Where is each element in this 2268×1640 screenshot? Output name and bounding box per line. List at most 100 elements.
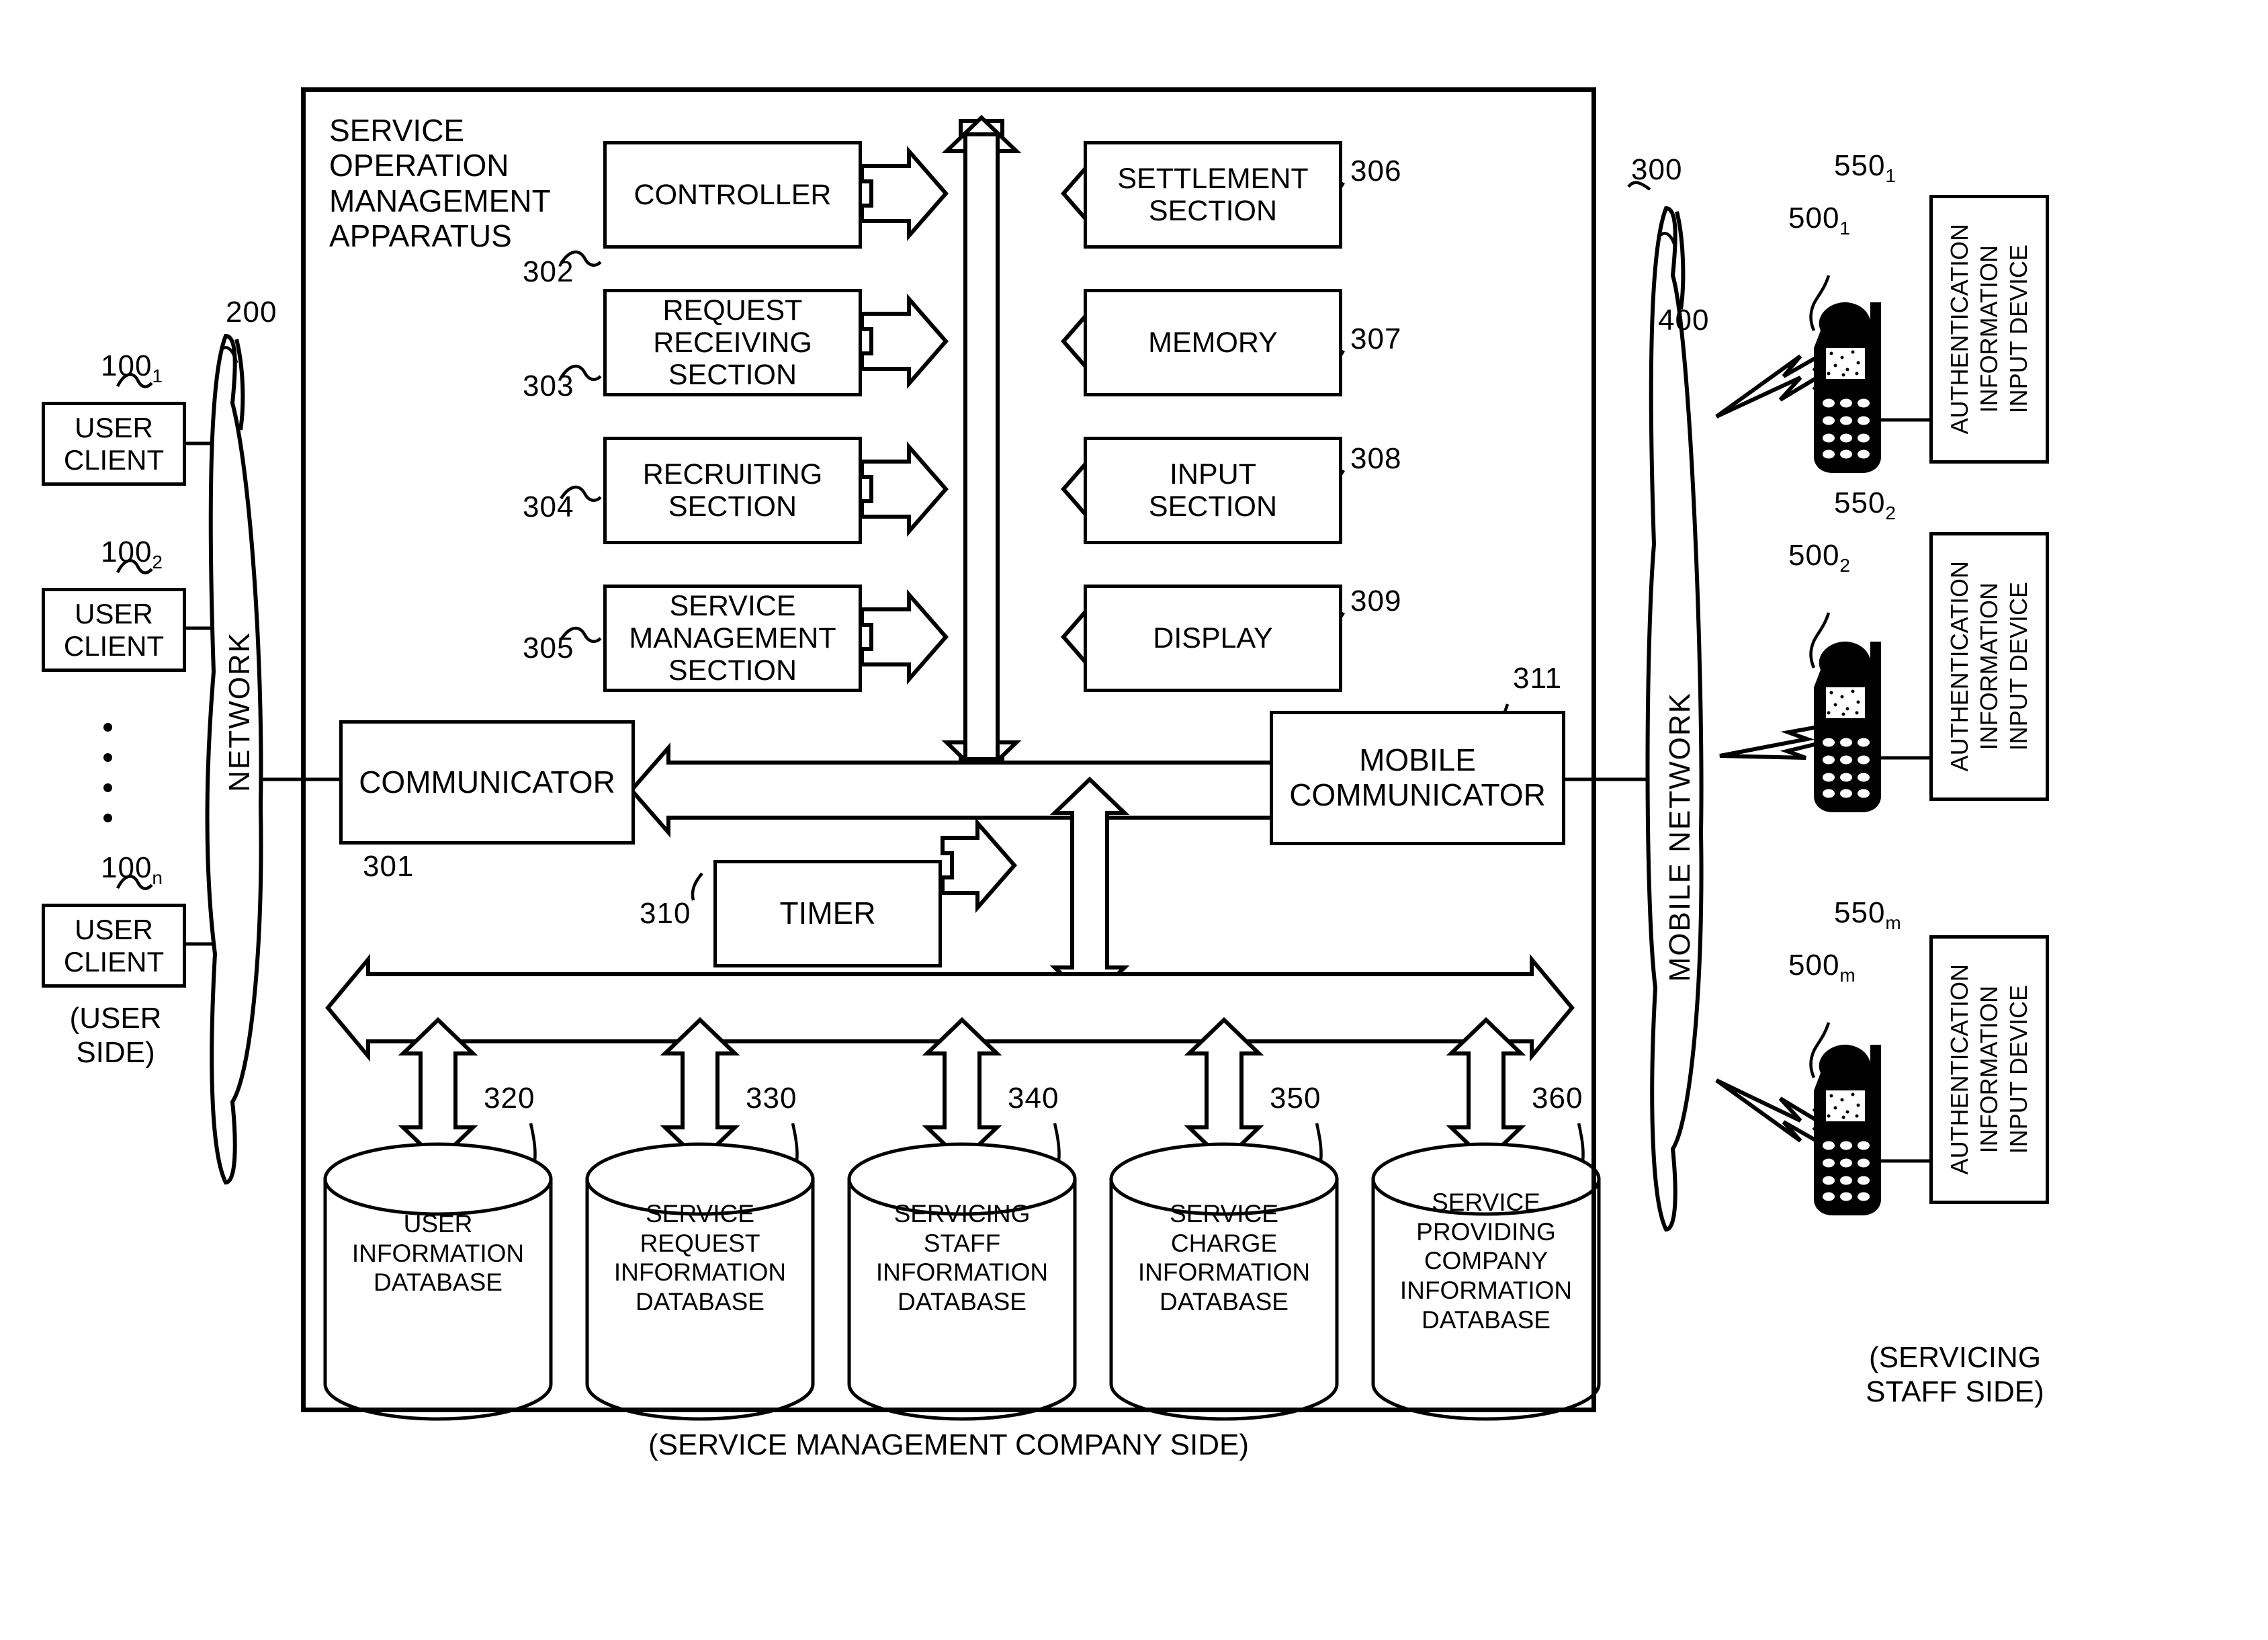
ref-value: 100 [101,851,152,884]
mobile-network-ref: 400 [1658,304,1710,337]
communicator-ref: 301 [363,850,415,883]
auth-device-1-ref: 5501 [1834,149,1896,186]
ref-value: 500 [1788,202,1840,234]
user-client-ellipsis [103,712,112,833]
network-label: NETWORK [223,632,256,792]
database-service-charge-information[interactable]: SERVICE CHARGE INFORMATION DATABASE [1111,1199,1337,1317]
memory-box[interactable]: MEMORY [1084,289,1342,396]
user-client-2[interactable]: USER CLIENT [42,588,186,672]
recruiting-section-label: RECRUITING SECTION [642,458,823,523]
user-client-n-ref: 100n [101,851,163,888]
recruiting-section-ref: 304 [523,490,574,523]
mobile-communicator-label: MOBILE COMMUNICATOR [1289,742,1546,812]
timer-ref: 310 [640,897,691,930]
database-servicing-staff-information-ref: 340 [1008,1082,1059,1115]
mobile-terminal-1-ref: 5001 [1788,202,1851,239]
controller-label: CONTROLLER [634,178,832,211]
database-service-charge-information-ref: 350 [1270,1082,1321,1115]
settlement-section-ref: 306 [1350,155,1402,187]
timer-label: TIMER [779,896,876,931]
ref-value: 100 [101,349,152,382]
ref-subscript: 1 [152,365,163,386]
ref-subscript: 1 [1839,218,1851,239]
network-ref: 200 [226,296,277,329]
request-receiving-section-ref: 303 [523,370,574,402]
auth-information-input-device-m[interactable]: AUTHENTICATION INFORMATION INPUT DEVICE [1929,935,2049,1204]
service-management-company-side-caption: (SERVICE MANAGEMENT COMPANY SIDE) [648,1428,1249,1461]
input-section-ref: 308 [1350,442,1402,475]
database-servicing-staff-information[interactable]: SERVICING STAFF INFORMATION DATABASE [849,1199,1075,1317]
mobile-communicator-box[interactable]: MOBILE COMMUNICATOR [1270,711,1565,845]
request-receiving-section-label: REQUEST RECEIVING SECTION [653,294,812,392]
database-service-providing-company-information[interactable]: SERVICE PROVIDING COMPANY INFORMATION DA… [1373,1188,1599,1334]
controller-ref: 302 [523,255,574,288]
database-service-request-information-label: SERVICE REQUEST INFORMATION DATABASE [613,1200,787,1315]
user-client-1[interactable]: USER CLIENT [42,402,186,486]
apparatus-title: SERVICE OPERATION MANAGEMENT APPARATUS [329,113,551,254]
memory-label: MEMORY [1148,326,1278,359]
mobile-communicator-ref: 311 [1513,662,1563,695]
patent-figure-canvas: SERVICE OPERATION MANAGEMENT APPARATUS 3… [0,0,2268,1640]
mobile-terminal-m-ref: 500m [1788,949,1856,986]
database-user-information[interactable]: USER INFORMATION DATABASE [325,1209,551,1297]
ref-value: 500 [1788,949,1840,982]
mobile-network-label: MOBILE NETWORK [1663,692,1696,982]
service-management-section-box[interactable]: SERVICE MANAGEMENT SECTION [603,585,862,692]
auth-information-input-device-1-label: AUTHENTICATION INFORMATION INPUT DEVICE [1946,224,2032,435]
servicing-staff-side-caption: (SERVICING STAFF SIDE) [1866,1341,2044,1409]
timer-box[interactable]: TIMER [713,860,942,967]
mobile-terminal-2-ref: 5002 [1788,539,1851,576]
service-management-section-ref: 305 [523,632,574,664]
user-client-n-label: USER CLIENT [63,914,165,978]
ref-subscript: n [152,867,163,888]
ref-subscript: 1 [1885,165,1896,186]
recruiting-section-box[interactable]: RECRUITING SECTION [603,437,862,544]
mobile-phone-icons [1814,302,1881,1215]
apparatus-ref: 300 [1631,153,1683,186]
ref-subscript: 2 [1839,555,1851,576]
user-client-2-ref: 1002 [101,535,163,572]
auth-device-2-ref: 5502 [1834,486,1896,523]
memory-ref: 307 [1350,322,1402,355]
user-side-caption: (USER SIDE) [69,1002,162,1070]
display-ref: 309 [1350,585,1402,617]
communicator-box[interactable]: COMMUNICATOR [339,720,635,845]
service-management-section-label: SERVICE MANAGEMENT SECTION [629,589,836,687]
ref-subscript: m [1885,912,1902,933]
phone-device-connectors [1881,418,1929,1163]
ref-value: 550 [1834,896,1886,929]
database-service-request-information-ref: 330 [746,1082,797,1115]
auth-device-m-ref: 550m [1834,896,1902,933]
settlement-section-label: SETTLEMENT SECTION [1117,162,1309,227]
user-client-2-label: USER CLIENT [63,598,165,662]
auth-information-input-device-1[interactable]: AUTHENTICATION INFORMATION INPUT DEVICE [1929,195,2049,464]
database-service-request-information[interactable]: SERVICE REQUEST INFORMATION DATABASE [587,1199,813,1317]
communicator-label: COMMUNICATOR [359,764,615,800]
ref-subscript: m [1839,965,1856,986]
database-service-charge-information-label: SERVICE CHARGE INFORMATION DATABASE [1137,1200,1311,1315]
ref-value: 500 [1788,539,1840,572]
database-service-providing-company-information-label: SERVICE PROVIDING COMPANY INFORMATION DA… [1399,1189,1573,1334]
ref-subscript: 2 [1885,503,1896,523]
auth-information-input-device-2-label: AUTHENTICATION INFORMATION INPUT DEVICE [1946,561,2032,772]
ref-value: 550 [1834,149,1886,182]
database-user-information-label: USER INFORMATION DATABASE [351,1210,525,1297]
database-service-providing-company-information-ref: 360 [1532,1082,1583,1115]
user-client-1-ref: 1001 [101,349,163,386]
auth-information-input-device-m-label: AUTHENTICATION INFORMATION INPUT DEVICE [1946,964,2032,1175]
display-label: DISPLAY [1153,621,1273,654]
display-box[interactable]: DISPLAY [1084,585,1342,692]
request-receiving-section-box[interactable]: REQUEST RECEIVING SECTION [603,289,862,396]
input-section-label: INPUT SECTION [1148,458,1278,523]
controller-box[interactable]: CONTROLLER [603,141,862,249]
database-servicing-staff-information-label: SERVICING STAFF INFORMATION DATABASE [875,1200,1049,1315]
user-client-1-label: USER CLIENT [63,412,165,476]
ref-subscript: 2 [152,552,163,572]
database-user-information-ref: 320 [484,1082,535,1115]
auth-information-input-device-2[interactable]: AUTHENTICATION INFORMATION INPUT DEVICE [1929,532,2049,801]
ref-value: 550 [1834,486,1886,519]
input-section-box[interactable]: INPUT SECTION [1084,437,1342,544]
user-client-n[interactable]: USER CLIENT [42,904,186,988]
ref-value: 100 [101,535,152,568]
settlement-section-box[interactable]: SETTLEMENT SECTION [1084,141,1342,249]
